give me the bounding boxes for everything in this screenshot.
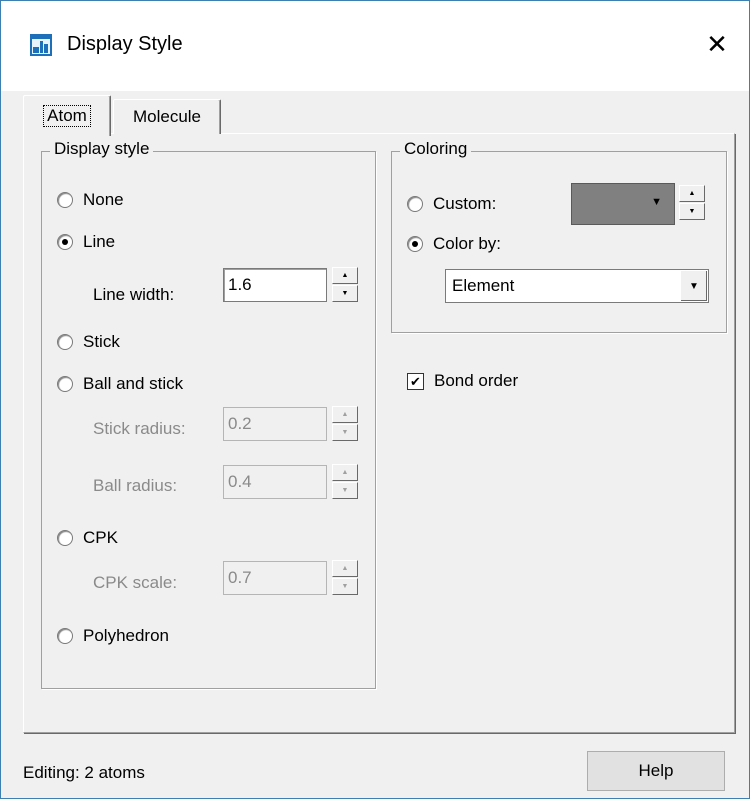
window-app-icon — [30, 34, 52, 56]
checkmark-icon: ✔ — [410, 373, 421, 389]
radio-ball-and-stick[interactable]: Ball and stick — [57, 374, 183, 394]
color-by-select[interactable]: Element ▼ — [445, 269, 709, 303]
window-title: Display Style — [67, 33, 183, 55]
radio-none-button[interactable] — [57, 192, 73, 208]
dialog-body: Atom Molecule Display style None Line Li… — [1, 91, 749, 798]
cpk-scale-spinner[interactable]: ▲ ▼ — [332, 560, 358, 596]
radio-stick[interactable]: Stick — [57, 332, 120, 352]
radio-line-button[interactable] — [57, 234, 73, 250]
tab-atom[interactable]: Atom — [23, 95, 111, 136]
display-style-legend: Display style — [50, 139, 154, 159]
spin-down-icon: ▼ — [688, 208, 696, 215]
radio-cpk-button[interactable] — [57, 530, 73, 546]
radio-line[interactable]: Line — [57, 232, 115, 252]
line-width-down-button[interactable]: ▼ — [332, 285, 358, 302]
spin-up-icon: ▲ — [341, 469, 349, 476]
spin-down-icon: ▼ — [341, 487, 349, 494]
chevron-down-icon: ▼ — [689, 280, 699, 292]
radio-ball-and-stick-label: Ball and stick — [83, 374, 184, 393]
custom-color-up-button[interactable]: ▲ — [679, 185, 705, 202]
radio-cpk-label: CPK — [83, 528, 118, 547]
line-width-label: Line width: — [93, 285, 175, 304]
radio-ball-and-stick-button[interactable] — [57, 376, 73, 392]
stick-radius-down-button[interactable]: ▼ — [332, 424, 358, 441]
chevron-down-icon: ▼ — [651, 196, 662, 208]
line-width-spinner[interactable]: ▲ ▼ — [332, 267, 358, 303]
tab-molecule-label: Molecule — [132, 107, 202, 126]
dropdown-arrow-icon[interactable]: ▼ — [680, 271, 707, 301]
radio-none-label: None — [83, 190, 124, 209]
close-icon: ✕ — [706, 28, 728, 59]
radio-polyhedron-button[interactable] — [57, 628, 73, 644]
spin-up-icon: ▲ — [688, 190, 696, 197]
radio-color-by-label: Color by: — [433, 234, 502, 253]
ball-radius-down-button[interactable]: ▼ — [332, 482, 358, 499]
help-button[interactable]: Help — [587, 751, 725, 791]
coloring-legend: Coloring — [400, 139, 472, 159]
radio-color-by[interactable]: Color by: — [407, 234, 501, 254]
bond-order-check-box[interactable]: ✔ — [407, 372, 424, 390]
line-width-input[interactable]: 1.6 — [223, 268, 327, 302]
radio-stick-label: Stick — [83, 332, 120, 351]
color-by-value: Element — [452, 276, 515, 295]
spin-up-icon: ▲ — [341, 411, 349, 418]
title-bar[interactable]: Display Style ✕ — [1, 1, 749, 91]
tab-molecule[interactable]: Molecule — [113, 99, 221, 134]
bond-order-checkbox[interactable]: ✔ Bond order — [407, 371, 518, 391]
cpk-scale-down-button[interactable]: ▼ — [332, 578, 358, 595]
spin-up-icon: ▲ — [341, 272, 349, 279]
ball-radius-input[interactable]: 0.4 — [223, 465, 327, 499]
radio-custom-color[interactable]: Custom: — [407, 194, 496, 214]
radio-stick-button[interactable] — [57, 334, 73, 350]
close-button[interactable]: ✕ — [699, 26, 735, 62]
ball-radius-up-button[interactable]: ▲ — [332, 464, 358, 481]
custom-color-spinner[interactable]: ▲ ▼ — [679, 185, 705, 221]
radio-none[interactable]: None — [57, 190, 124, 210]
spin-down-icon: ▼ — [341, 290, 349, 297]
stick-radius-label: Stick radius: — [93, 419, 186, 438]
stick-radius-input[interactable]: 0.2 — [223, 407, 327, 441]
radio-custom-button[interactable] — [407, 196, 423, 212]
custom-color-down-button[interactable]: ▼ — [679, 203, 705, 220]
spin-down-icon: ▼ — [341, 583, 349, 590]
radio-custom-label: Custom: — [433, 194, 497, 213]
bond-order-label: Bond order — [434, 371, 519, 390]
radio-color-by-button[interactable] — [407, 236, 423, 252]
spin-down-icon: ▼ — [341, 429, 349, 436]
ball-radius-spinner[interactable]: ▲ ▼ — [332, 464, 358, 500]
radio-polyhedron[interactable]: Polyhedron — [57, 626, 169, 646]
ball-radius-label: Ball radius: — [93, 476, 178, 495]
radio-cpk[interactable]: CPK — [57, 528, 118, 548]
cpk-scale-up-button[interactable]: ▲ — [332, 560, 358, 577]
custom-color-picker[interactable]: ▼ — [571, 183, 675, 225]
status-text: Editing: 2 atoms — [23, 763, 145, 782]
stick-radius-up-button[interactable]: ▲ — [332, 406, 358, 423]
tab-atom-label: Atom — [43, 105, 91, 127]
cpk-scale-label: CPK scale: — [93, 573, 178, 592]
radio-polyhedron-label: Polyhedron — [83, 626, 170, 645]
line-width-up-button[interactable]: ▲ — [332, 267, 358, 284]
stick-radius-spinner[interactable]: ▲ ▼ — [332, 406, 358, 442]
display-style-dialog: Display Style ✕ Atom Molecule Display st… — [0, 0, 750, 799]
spin-up-icon: ▲ — [341, 565, 349, 572]
radio-line-label: Line — [83, 232, 116, 251]
cpk-scale-input[interactable]: 0.7 — [223, 561, 327, 595]
